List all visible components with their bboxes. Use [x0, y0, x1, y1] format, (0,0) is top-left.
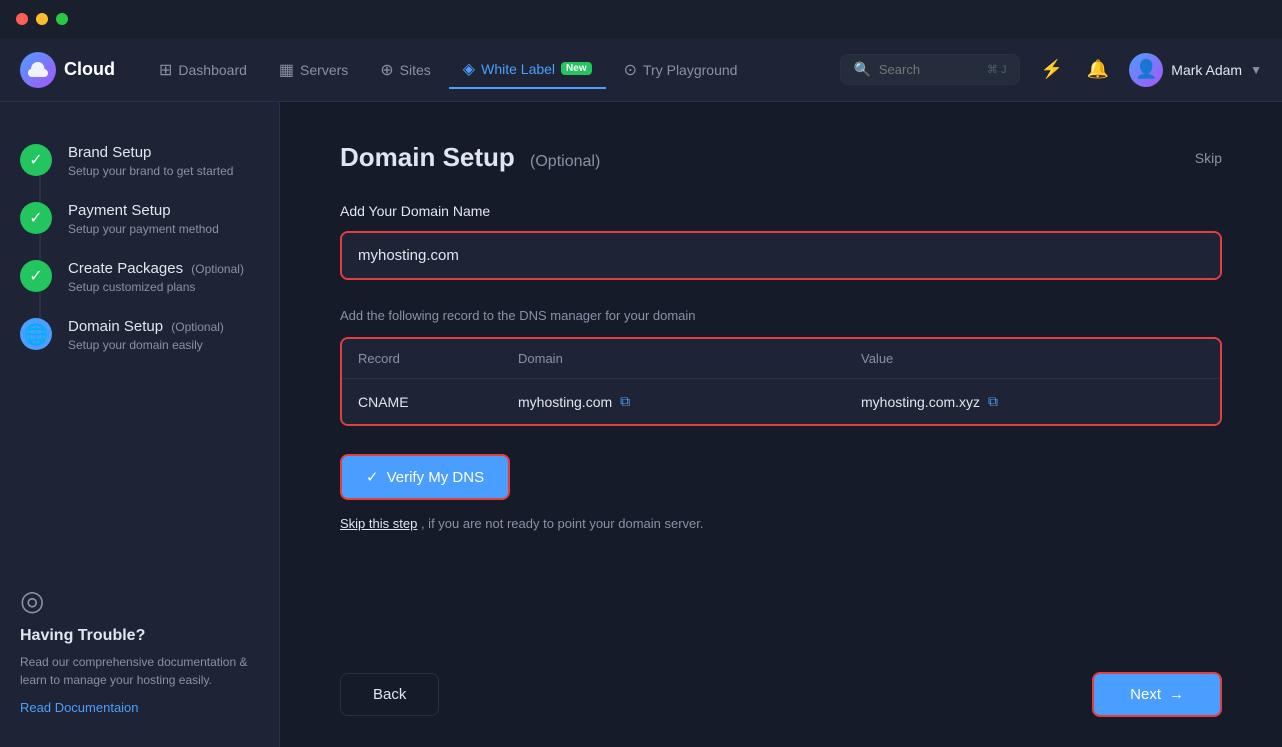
chevron-down-icon: ▼ — [1250, 63, 1262, 77]
copy-domain-icon[interactable]: ⧉ — [620, 393, 630, 410]
step-title-4: Domain Setup (Optional) — [68, 318, 224, 335]
domain-input-wrapper — [340, 231, 1222, 280]
dns-table: Record Domain Value CNAME myhosting.com … — [340, 337, 1222, 426]
sidebar-help: ◎ Having Trouble? Read our comprehensive… — [20, 554, 259, 717]
step-subtitle-4: Setup your domain easily — [68, 338, 224, 352]
nav-item-playground[interactable]: ⊙ Try Playground — [610, 52, 752, 88]
dashboard-icon: ⊞ — [159, 60, 172, 80]
help-text: Read our comprehensive documentation & l… — [20, 653, 259, 689]
step-brand-setup: ✓ Brand Setup Setup your brand to get st… — [20, 132, 259, 190]
user-menu[interactable]: 👤 Mark Adam ▼ — [1129, 53, 1262, 87]
step-payment-setup: ✓ Payment Setup Setup your payment metho… — [20, 190, 259, 248]
verify-dns-button[interactable]: ✓ Verify My DNS — [340, 454, 510, 500]
domain-section-label: Add Your Domain Name — [340, 203, 1222, 219]
arrow-right-icon: → — [1169, 686, 1184, 703]
step-title-2: Payment Setup — [68, 202, 219, 219]
step-info-1: Brand Setup Setup your brand to get star… — [68, 144, 233, 178]
copy-value-icon[interactable]: ⧉ — [988, 393, 998, 410]
dns-col-value: Value — [861, 351, 1204, 366]
page-header: Domain Setup (Optional) Skip — [340, 142, 1222, 173]
nav-item-dashboard[interactable]: ⊞ Dashboard — [145, 52, 261, 88]
skip-button[interactable]: Skip — [1195, 150, 1222, 166]
servers-icon: ▦ — [279, 60, 294, 80]
step-title-3: Create Packages (Optional) — [68, 260, 244, 277]
domain-input[interactable] — [342, 233, 1220, 278]
skip-step-text: Skip this step , if you are not ready to… — [340, 516, 1222, 531]
step-info-4: Domain Setup (Optional) Setup your domai… — [68, 318, 224, 352]
notifications-icon[interactable]: 🔔 — [1083, 55, 1113, 84]
user-name: Mark Adam — [1171, 62, 1242, 78]
step-subtitle-2: Setup your payment method — [68, 222, 219, 236]
dns-table-inner: Record Domain Value CNAME myhosting.com … — [342, 339, 1220, 424]
nav-item-sites[interactable]: ⊕ Sites — [366, 52, 445, 88]
dns-table-row: CNAME myhosting.com ⧉ myhosting.com.xyz … — [342, 379, 1220, 424]
minimize-button[interactable] — [36, 13, 48, 25]
step-subtitle-1: Setup your brand to get started — [68, 164, 233, 178]
help-link[interactable]: Read Documentaion — [20, 700, 139, 715]
step-create-packages: ✓ Create Packages (Optional) Setup custo… — [20, 248, 259, 306]
help-icon: ◎ — [20, 584, 259, 617]
step-info-3: Create Packages (Optional) Setup customi… — [68, 260, 244, 294]
step-title-1: Brand Setup — [68, 144, 233, 161]
step-info-2: Payment Setup Setup your payment method — [68, 202, 219, 236]
step-circle-1: ✓ — [20, 144, 52, 176]
verify-check-icon: ✓ — [366, 468, 379, 486]
step-domain-setup: 🌐 Domain Setup (Optional) Setup your dom… — [20, 306, 259, 364]
search-input[interactable] — [879, 62, 979, 77]
new-badge: New — [561, 62, 592, 75]
back-button[interactable]: Back — [340, 673, 439, 716]
bottom-nav: Back Next → — [340, 672, 1222, 717]
avatar: 👤 — [1129, 53, 1163, 87]
step-circle-4: 🌐 — [20, 318, 52, 350]
navbar: Cloud ⊞ Dashboard ▦ Servers ⊕ Sites ◈ Wh… — [0, 38, 1282, 102]
activity-icon[interactable]: ⚡ — [1036, 55, 1066, 84]
logo-icon — [20, 52, 56, 88]
next-button[interactable]: Next → — [1092, 672, 1222, 717]
nav-item-white-label[interactable]: ◈ White Label New — [449, 51, 606, 89]
dns-domain-value: myhosting.com ⧉ — [518, 393, 861, 410]
maximize-button[interactable] — [56, 13, 68, 25]
search-box[interactable]: 🔍 ⌘ J — [840, 54, 1020, 85]
content-area: Domain Setup (Optional) Skip Add Your Do… — [280, 102, 1282, 747]
optional-tag: (Optional) — [530, 153, 600, 170]
white-label-icon: ◈ — [463, 59, 475, 79]
dns-section-label: Add the following record to the DNS mana… — [340, 308, 1222, 323]
nav-logo[interactable]: Cloud — [20, 52, 115, 88]
logo-text: Cloud — [64, 59, 115, 80]
titlebar — [0, 0, 1282, 38]
skip-step-link[interactable]: Skip this step — [340, 516, 417, 531]
step-circle-2: ✓ — [20, 202, 52, 234]
main-layout: ✓ Brand Setup Setup your brand to get st… — [0, 102, 1282, 747]
dns-table-header: Record Domain Value — [342, 339, 1220, 379]
nav-right: 🔍 ⌘ J ⚡ 🔔 👤 Mark Adam ▼ — [840, 53, 1262, 87]
sidebar: ✓ Brand Setup Setup your brand to get st… — [0, 102, 280, 747]
search-shortcut: ⌘ J — [987, 63, 1007, 76]
dns-col-record: Record — [358, 351, 518, 366]
step-subtitle-3: Setup customized plans — [68, 280, 244, 294]
page-title: Domain Setup (Optional) — [340, 142, 600, 173]
close-button[interactable] — [16, 13, 28, 25]
dns-col-domain: Domain — [518, 351, 861, 366]
dns-record-value: CNAME — [358, 394, 518, 410]
step-circle-3: ✓ — [20, 260, 52, 292]
playground-icon: ⊙ — [624, 60, 637, 80]
dns-value-value: myhosting.com.xyz ⧉ — [861, 393, 1204, 410]
help-title: Having Trouble? — [20, 627, 259, 645]
nav-items: ⊞ Dashboard ▦ Servers ⊕ Sites ◈ White La… — [145, 51, 840, 89]
nav-item-servers[interactable]: ▦ Servers — [265, 52, 362, 88]
search-icon: 🔍 — [853, 61, 870, 78]
sites-icon: ⊕ — [380, 60, 393, 80]
